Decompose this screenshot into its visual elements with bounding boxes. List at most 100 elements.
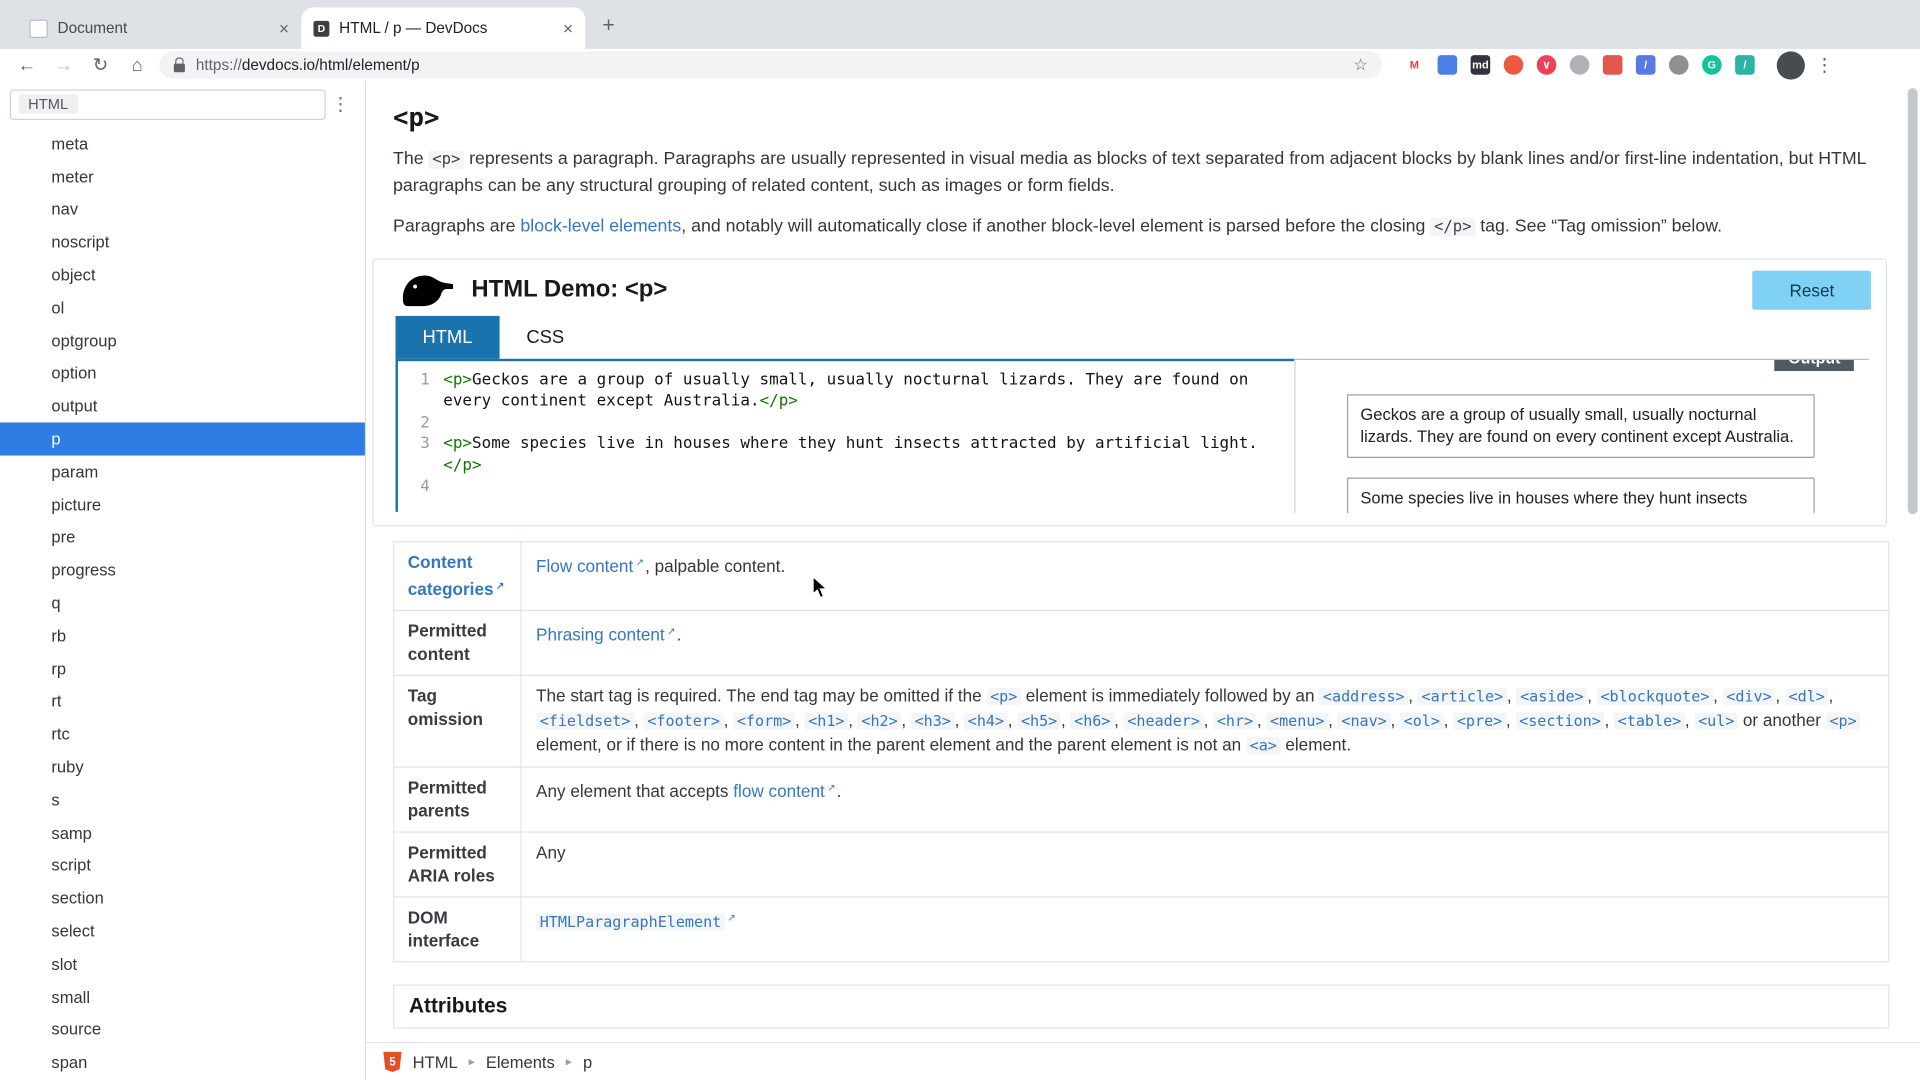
reset-button[interactable]: Reset bbox=[1753, 270, 1871, 309]
sidebar-item[interactable]: p bbox=[0, 423, 365, 456]
sidebar-item[interactable]: picture bbox=[0, 488, 365, 521]
bookmark-star-icon[interactable]: ☆ bbox=[1353, 55, 1367, 75]
close-tab-icon[interactable]: × bbox=[279, 20, 289, 37]
new-tab-button[interactable]: + bbox=[593, 10, 625, 42]
sidebar-item[interactable]: small bbox=[0, 980, 365, 1013]
link[interactable]: <form> bbox=[733, 712, 795, 729]
browser-tab-devdocs[interactable]: D HTML / p — DevDocs × bbox=[301, 7, 585, 49]
sidebar-item[interactable]: rb bbox=[0, 620, 365, 653]
link[interactable]: block-level elements bbox=[520, 217, 681, 237]
link[interactable]: <a> bbox=[1246, 737, 1281, 754]
link[interactable]: <p> bbox=[1826, 712, 1861, 729]
tab-html[interactable]: HTML bbox=[396, 315, 500, 358]
link[interactable]: <header> bbox=[1124, 712, 1204, 729]
link[interactable]: <nav> bbox=[1338, 712, 1391, 729]
link[interactable]: <dl> bbox=[1785, 688, 1829, 705]
browser-tab-document[interactable]: Document × bbox=[17, 7, 301, 49]
lock-icon[interactable] bbox=[174, 63, 185, 72]
link[interactable]: <footer> bbox=[644, 712, 724, 729]
link[interactable]: <div> bbox=[1723, 688, 1776, 705]
link[interactable]: Content categories bbox=[408, 552, 494, 599]
extension-icon[interactable]: M bbox=[1402, 53, 1426, 77]
sidebar-item[interactable]: ruby bbox=[0, 751, 365, 784]
code-editor[interactable]: 1 <p>Geckos are a group of usually small… bbox=[396, 358, 1295, 511]
link[interactable]: <blockquote> bbox=[1597, 688, 1713, 705]
sidebar-item[interactable]: nav bbox=[0, 193, 365, 226]
home-icon[interactable]: ⌂ bbox=[122, 50, 151, 79]
sidebar-item[interactable]: optgroup bbox=[0, 324, 365, 357]
sidebar-item[interactable]: output bbox=[0, 390, 365, 423]
link[interactable]: <table> bbox=[1614, 712, 1685, 729]
scrollbar-thumb[interactable] bbox=[1908, 88, 1918, 514]
link[interactable]: <h3> bbox=[911, 712, 955, 729]
sidebar-item[interactable]: param bbox=[0, 455, 365, 488]
output-paragraph: Some species live in houses where they h… bbox=[1347, 477, 1815, 513]
extension-icon[interactable] bbox=[1435, 53, 1459, 77]
extension-icon[interactable] bbox=[1567, 53, 1591, 77]
sidebar-item[interactable]: rt bbox=[0, 685, 365, 718]
extension-icon[interactable]: md bbox=[1468, 53, 1492, 77]
search-input[interactable]: HTML bbox=[10, 89, 326, 120]
link[interactable]: <ul> bbox=[1694, 712, 1738, 729]
link[interactable]: <h5> bbox=[1017, 712, 1061, 729]
link[interactable]: <hr> bbox=[1213, 712, 1257, 729]
extension-icon[interactable] bbox=[1600, 53, 1624, 77]
sidebar-item[interactable]: slot bbox=[0, 948, 365, 981]
sidebar-item[interactable]: q bbox=[0, 587, 365, 620]
sidebar-item[interactable]: s bbox=[0, 784, 365, 817]
sidebar-item[interactable]: script bbox=[0, 849, 365, 882]
forward-icon[interactable]: → bbox=[49, 50, 78, 79]
address-bar[interactable]: https://devdocs.io/html/element/p ☆ bbox=[159, 51, 1382, 78]
link[interactable]: HTMLParagraphElement bbox=[536, 913, 725, 930]
reload-icon[interactable]: ↻ bbox=[86, 50, 115, 79]
sidebar-item[interactable]: section bbox=[0, 882, 365, 915]
sidebar-item[interactable]: object bbox=[0, 259, 365, 292]
link[interactable]: <p> bbox=[986, 688, 1021, 705]
sidebar-item[interactable]: source bbox=[0, 1013, 365, 1046]
link[interactable]: <aside> bbox=[1516, 688, 1587, 705]
profile-avatar[interactable] bbox=[1777, 51, 1805, 79]
sidebar-item[interactable]: progress bbox=[0, 554, 365, 587]
sidebar-item[interactable]: meta bbox=[0, 127, 365, 160]
link[interactable]: <article> bbox=[1418, 688, 1507, 705]
extension-icon[interactable]: G bbox=[1700, 53, 1724, 77]
sidebar-item[interactable]: rtc bbox=[0, 718, 365, 751]
link[interactable]: <h2> bbox=[858, 712, 902, 729]
sidebar-item[interactable]: rp bbox=[0, 652, 365, 685]
scrollbar[interactable] bbox=[1905, 81, 1920, 1080]
breadcrumb-html[interactable]: HTML bbox=[413, 1052, 458, 1070]
link[interactable]: <section> bbox=[1515, 712, 1604, 729]
link[interactable]: <h4> bbox=[964, 712, 1008, 729]
extension-icon[interactable] bbox=[1501, 53, 1525, 77]
extension-icon[interactable]: / bbox=[1633, 53, 1657, 77]
link[interactable]: <fieldset> bbox=[536, 712, 634, 729]
sidebar-item[interactable]: pre bbox=[0, 521, 365, 554]
sidebar-item[interactable]: ol bbox=[0, 291, 365, 324]
close-tab-icon[interactable]: × bbox=[563, 20, 573, 37]
link[interactable]: <h1> bbox=[805, 712, 849, 729]
link[interactable]: <pre> bbox=[1453, 712, 1506, 729]
breadcrumb-elements[interactable]: Elements bbox=[486, 1052, 555, 1070]
sidebar-menu-icon[interactable]: ⋮ bbox=[326, 93, 355, 115]
link[interactable]: <ol> bbox=[1400, 712, 1444, 729]
sidebar-item[interactable]: select bbox=[0, 915, 365, 948]
link[interactable]: flow content bbox=[733, 781, 824, 801]
tab-css[interactable]: CSS bbox=[499, 315, 591, 358]
back-icon[interactable]: ← bbox=[12, 50, 41, 79]
link[interactable]: <address> bbox=[1319, 688, 1408, 705]
sidebar-item[interactable]: option bbox=[0, 357, 365, 390]
sidebar-item[interactable]: span bbox=[0, 1046, 365, 1079]
sidebar-item[interactable]: samp bbox=[0, 816, 365, 849]
sidebar-item[interactable]: noscript bbox=[0, 226, 365, 259]
sidebar-item[interactable]: meter bbox=[0, 160, 365, 193]
link[interactable]: <menu> bbox=[1266, 712, 1328, 729]
extension-icon[interactable]: ∨ bbox=[1534, 53, 1558, 77]
browser-menu-icon[interactable]: ⋮ bbox=[1812, 54, 1836, 76]
extension-icon[interactable]: / bbox=[1733, 53, 1757, 77]
breadcrumb-p[interactable]: p bbox=[583, 1052, 592, 1070]
link[interactable]: <h6> bbox=[1070, 712, 1114, 729]
extension-icon[interactable] bbox=[1667, 53, 1691, 77]
doc-scope-chip[interactable]: HTML bbox=[18, 94, 78, 114]
link[interactable]: Phrasing content bbox=[536, 624, 665, 644]
link[interactable]: Flow content bbox=[536, 555, 633, 575]
